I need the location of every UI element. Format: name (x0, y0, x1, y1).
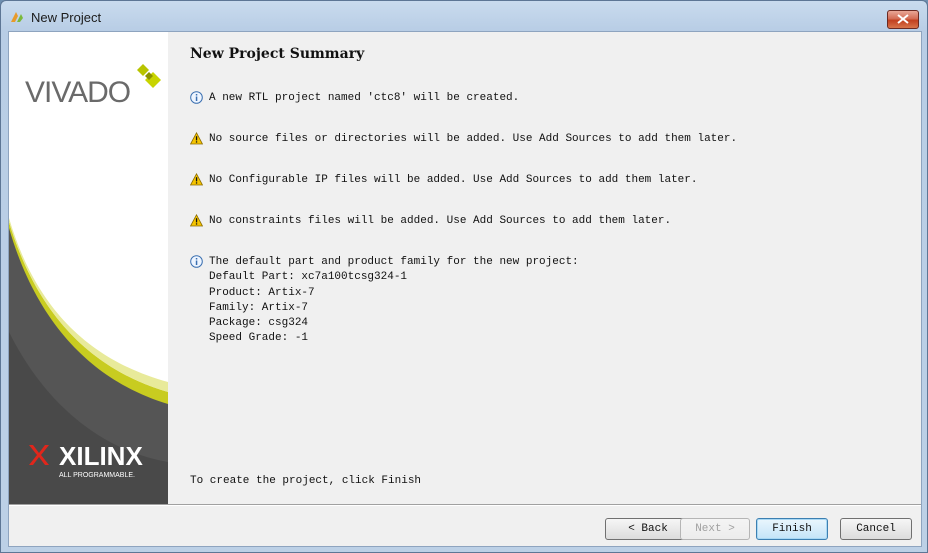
info-icon (190, 255, 203, 268)
dialog-body: VIVADO XILINX ALL PROGRAMMABLE. New Proj… (8, 31, 922, 547)
info-icon (190, 91, 203, 104)
next-button[interactable]: Next > (680, 518, 750, 540)
finish-button[interactable]: Finish (756, 518, 828, 540)
vivado-logo-text: VIVADO (25, 76, 131, 109)
finish-hint: To create the project, click Finish (190, 475, 422, 487)
next-button-label: Next > (695, 523, 735, 535)
message-text: A new RTL project named 'ctc8' will be c… (209, 92, 520, 104)
close-icon (897, 14, 909, 24)
vivado-app-icon (11, 12, 23, 22)
message-text: No constraints files will be added. Use … (209, 215, 672, 227)
warning-icon (190, 173, 203, 186)
back-button[interactable]: < Back (605, 518, 691, 540)
close-button[interactable] (887, 10, 919, 29)
cancel-button-label: Cancel (856, 523, 896, 535)
xilinx-logo-text: XILINX (59, 441, 143, 471)
message-text: No source files or directories will be a… (209, 133, 738, 145)
branding-sidebar: VIVADO XILINX ALL PROGRAMMABLE. (9, 32, 168, 504)
message-text: No Configurable IP files will be added. … (209, 174, 698, 186)
button-separator (9, 504, 921, 506)
message-text: The default part and product family for … (209, 256, 579, 345)
vivado-logo-icon (137, 64, 161, 88)
xilinx-tagline: ALL PROGRAMMABLE. (59, 472, 135, 479)
finish-button-label: Finish (772, 523, 812, 535)
title-bar[interactable]: New Project (1, 1, 927, 31)
new-project-window: New Project VIVADO XILINX ALL PROGRAMMAB… (0, 0, 928, 553)
summary-panel: New Project Summary A new RTL project na… (168, 32, 921, 504)
warning-icon (190, 214, 203, 227)
page-title: New Project Summary (190, 46, 365, 62)
warning-icon (190, 132, 203, 145)
back-button-label: < Back (628, 523, 668, 535)
window-title: New Project (31, 10, 102, 25)
cancel-button[interactable]: Cancel (840, 518, 912, 540)
xilinx-logo-icon (29, 445, 49, 465)
